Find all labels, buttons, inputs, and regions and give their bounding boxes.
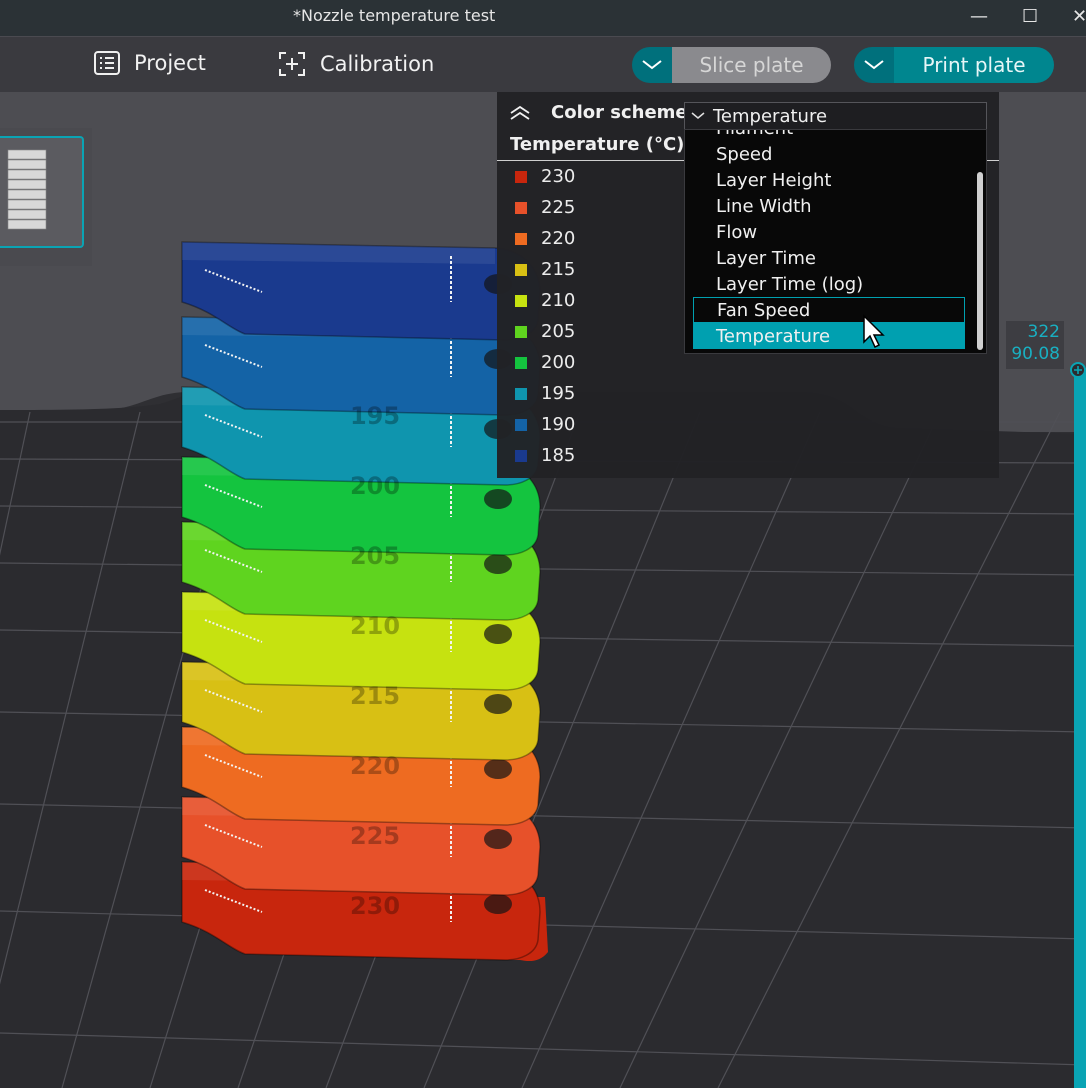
close-button[interactable]: ✕	[1072, 6, 1086, 27]
chevron-down-icon	[864, 60, 884, 70]
tower-temp-label: 215	[350, 682, 400, 710]
window-title: *Nozzle temperature test	[293, 6, 496, 25]
print-dropdown-toggle[interactable]	[854, 47, 894, 83]
legend-label: 195	[541, 383, 576, 404]
legend-swatch	[515, 232, 527, 245]
legend-label: 205	[541, 321, 576, 342]
layer-number: 322	[1027, 322, 1060, 342]
legend-item: 205	[515, 321, 575, 342]
color-scheme-dropdown[interactable]: FilamentSpeedLayer HeightLine WidthFlowL…	[684, 129, 987, 354]
dropdown-option-temperature[interactable]: Temperature	[693, 323, 965, 349]
tower-slab	[181, 241, 541, 341]
3d-viewport[interactable]: 230 225 220 215 210 205 200 195 Color scheme	[0, 92, 1086, 1088]
dropdown-option-layer-time-log[interactable]: Layer Time (log)	[693, 271, 965, 297]
legend-swatch	[515, 294, 527, 307]
tower-temp-label: 210	[350, 612, 400, 640]
slider-handle-icon[interactable]	[1070, 362, 1086, 378]
legend-label: 190	[541, 414, 576, 435]
dropdown-scrollbar[interactable]	[977, 172, 983, 350]
legend-item: 225	[515, 197, 575, 218]
tower-temp-label: 195	[350, 402, 400, 430]
dropdown-option-filament[interactable]: Filament	[693, 130, 965, 141]
layer-height: 90.08	[1011, 344, 1060, 364]
legend-item: 190	[515, 414, 575, 435]
print-plate-button[interactable]: Print plate	[854, 47, 1054, 83]
legend-swatch	[515, 418, 527, 431]
legend-label: 210	[541, 290, 576, 311]
plate-thumbnail[interactable]	[0, 128, 92, 266]
legend-title: Temperature (°C)	[510, 134, 685, 155]
tower-temp-label: 225	[350, 822, 400, 850]
legend-label: 225	[541, 197, 576, 218]
dropdown-option-fan-speed[interactable]: Fan Speed	[693, 297, 965, 323]
tower-temp-label: 230	[350, 892, 400, 920]
color-scheme-label: Color scheme	[551, 102, 688, 123]
legend-item: 185	[515, 445, 575, 466]
color-scheme-header[interactable]: Color scheme	[509, 102, 688, 123]
maximize-button[interactable]: ☐	[1022, 6, 1038, 27]
legend-swatch	[515, 201, 527, 214]
legend-label: 215	[541, 259, 576, 280]
legend-label: 220	[541, 228, 576, 249]
calibration-icon	[279, 52, 305, 76]
print-plate-label: Print plate	[894, 47, 1054, 83]
layer-info-box: 322 90.08	[1006, 321, 1064, 369]
dropdown-option-speed[interactable]: Speed	[693, 141, 965, 167]
color-scheme-value: Temperature	[713, 105, 828, 127]
legend-label: 185	[541, 445, 576, 466]
collapse-up-icon[interactable]	[509, 105, 531, 121]
chevron-down-icon	[642, 60, 662, 70]
legend-item: 230	[515, 166, 575, 187]
legend-label: 230	[541, 166, 576, 187]
title-bar: *Nozzle temperature test — ☐ ✕	[0, 0, 1086, 36]
legend-swatch	[515, 387, 527, 400]
legend-swatch	[515, 325, 527, 338]
legend-swatch	[515, 356, 527, 369]
legend-swatch	[515, 263, 527, 276]
calibration-tower: 230 225 220 215 210 205 200 195	[181, 241, 548, 962]
legend-label: 200	[541, 352, 576, 373]
legend-item: 195	[515, 383, 575, 404]
color-scheme-select[interactable]: Temperature	[684, 102, 987, 130]
mouse-cursor-icon	[863, 314, 885, 349]
tower-temp-label: 200	[350, 472, 400, 500]
legend-item: 215	[515, 259, 575, 280]
slice-plate-button[interactable]: Slice plate	[632, 47, 831, 83]
minimize-button[interactable]: —	[970, 6, 988, 27]
slice-dropdown-toggle[interactable]	[632, 47, 672, 83]
chevron-down-icon	[691, 112, 705, 119]
project-label: Project	[134, 51, 206, 75]
legend-item: 220	[515, 228, 575, 249]
dropdown-option-line-width[interactable]: Line Width	[693, 193, 965, 219]
layer-slider[interactable]	[1070, 362, 1086, 1088]
slice-plate-label: Slice plate	[672, 47, 831, 83]
model-thumbnail-icon	[7, 149, 47, 230]
calibration-label: Calibration	[320, 52, 435, 76]
legend-swatch	[515, 449, 527, 462]
legend-swatch	[515, 170, 527, 183]
list-icon	[94, 51, 120, 75]
plate-thumbnail-selected[interactable]	[0, 136, 84, 248]
tower-temp-label: 220	[350, 752, 400, 780]
tower-temp-label: 205	[350, 542, 400, 570]
main-toolbar: Project Calibration Slice plate Print pl…	[0, 36, 1086, 93]
calibration-tab[interactable]: Calibration	[278, 51, 434, 77]
legend-item: 210	[515, 290, 575, 311]
dropdown-option-layer-time[interactable]: Layer Time	[693, 245, 965, 271]
legend-panel: Color scheme Temperature Temperature (°C…	[497, 92, 999, 478]
legend-item: 200	[515, 352, 575, 373]
dropdown-option-flow[interactable]: Flow	[693, 219, 965, 245]
project-tab[interactable]: Project	[94, 51, 206, 75]
dropdown-option-layer-height[interactable]: Layer Height	[693, 167, 965, 193]
